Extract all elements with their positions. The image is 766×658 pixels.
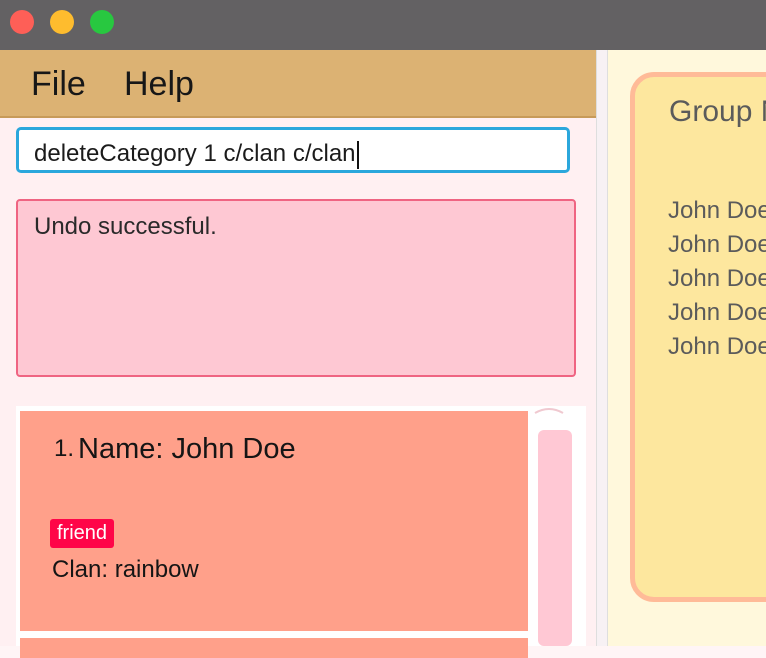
close-window-button[interactable] xyxy=(10,10,34,34)
person-card-partial[interactable] xyxy=(20,638,528,658)
command-text: deleteCategory 1 c/clan c/clan xyxy=(34,140,356,167)
scroll-up-icon[interactable] xyxy=(534,406,564,414)
main-panel: File Help deleteCategory 1 c/clan c/clan… xyxy=(0,50,596,658)
command-text-wrapper: deleteCategory 1 c/clan c/clan xyxy=(34,140,359,169)
person-card[interactable]: 1. Name: John Doe friend Clan: rainbow xyxy=(20,411,528,631)
scrollbar[interactable] xyxy=(538,430,572,646)
person-index: 1. xyxy=(54,435,75,462)
menu-bar: File Help xyxy=(0,50,596,118)
text-caret xyxy=(356,140,359,169)
person-list[interactable]: 1. Name: John Doe friend Clan: rainbow xyxy=(16,406,586,658)
group-member: John Doe xyxy=(668,231,766,258)
group-member: John Doe xyxy=(668,265,766,292)
tag-badge: friend xyxy=(50,519,115,548)
person-name: Name: John Doe xyxy=(78,433,296,465)
maximize-window-button[interactable] xyxy=(90,10,114,34)
group-title: Group N xyxy=(669,95,766,128)
command-input[interactable]: deleteCategory 1 c/clan c/clan xyxy=(16,127,570,173)
split-divider[interactable] xyxy=(596,50,608,646)
minimize-window-button[interactable] xyxy=(50,10,74,34)
result-message: Undo successful. xyxy=(34,213,217,240)
result-display: Undo successful. xyxy=(16,199,576,377)
person-clan: Clan: rainbow xyxy=(52,556,199,583)
group-panel: Group N John Doe John Doe John Doe John … xyxy=(608,50,766,646)
group-member: John Doe xyxy=(668,299,766,326)
window-titlebar xyxy=(0,0,766,50)
menu-file[interactable]: File xyxy=(31,65,86,104)
group-member: John Doe xyxy=(668,197,766,224)
group-card[interactable]: Group N John Doe John Doe John Doe John … xyxy=(630,72,766,602)
group-member-list: John Doe John Doe John Doe John Doe John… xyxy=(668,194,766,364)
menu-help[interactable]: Help xyxy=(124,65,194,104)
group-member: John Doe xyxy=(668,333,766,360)
